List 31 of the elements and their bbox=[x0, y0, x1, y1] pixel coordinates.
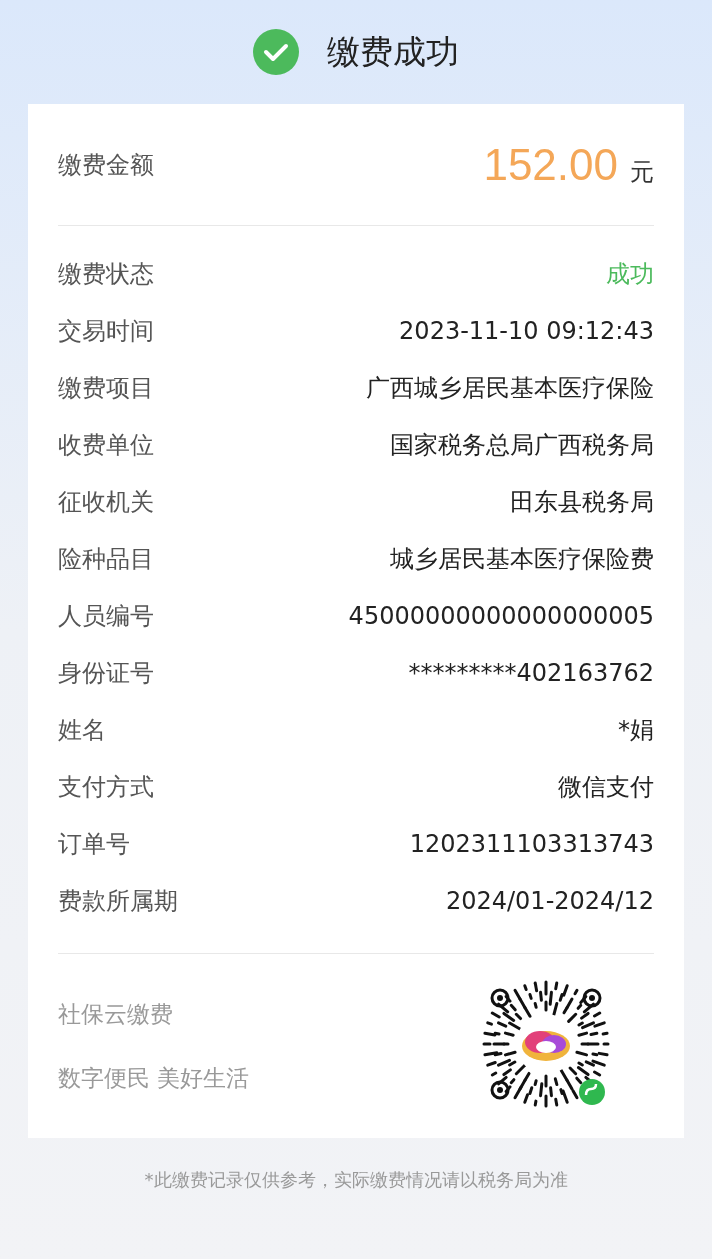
field-value: 城乡居民基本医疗保险费 bbox=[390, 543, 654, 575]
field-value: 45000000000000000005 bbox=[348, 600, 654, 632]
slogan: 数字便民 美好生活 bbox=[58, 1064, 250, 1093]
field-label: 缴费项目 bbox=[58, 372, 154, 404]
field-label: 缴费状态 bbox=[58, 258, 154, 290]
field-label: 征收机关 bbox=[58, 486, 154, 518]
field-value: 广西城乡居民基本医疗保险 bbox=[366, 372, 654, 404]
field-value: 1202311103313743 bbox=[409, 828, 654, 860]
page-title: 缴费成功 bbox=[327, 31, 459, 74]
field-value: 2023-11-10 09:12:43 bbox=[399, 315, 654, 347]
field-label: 订单号 bbox=[58, 828, 130, 860]
field-value: *娟 bbox=[618, 714, 654, 746]
field-label: 险种品目 bbox=[58, 543, 154, 575]
amount-label: 缴费金额 bbox=[58, 149, 154, 181]
field-value: 2024/01-2024/12 bbox=[445, 885, 654, 917]
amount-unit: 元 bbox=[630, 156, 654, 188]
field-label: 收费单位 bbox=[58, 429, 154, 461]
field-label: 人员编号 bbox=[58, 600, 154, 632]
field-label: 身份证号 bbox=[58, 657, 154, 689]
field-value: 田东县税务局 bbox=[510, 486, 654, 518]
field-value: 微信支付 bbox=[558, 771, 654, 803]
field-label: 姓名 bbox=[58, 714, 106, 746]
amount-value: 152.00 bbox=[483, 138, 618, 191]
disclaimer-note: *此缴费记录仅供参考，实际缴费情况请以税务局为准 bbox=[144, 1168, 568, 1192]
field-label: 费款所属期 bbox=[58, 885, 178, 917]
field-value: *********402163762 bbox=[408, 657, 654, 689]
field-label: 交易时间 bbox=[58, 315, 154, 347]
field-value: 成功 bbox=[606, 258, 654, 290]
brand-name: 社保云缴费 bbox=[58, 999, 174, 1029]
field-value: 国家税务总局广西税务局 bbox=[390, 429, 654, 461]
field-label: 支付方式 bbox=[58, 771, 154, 803]
